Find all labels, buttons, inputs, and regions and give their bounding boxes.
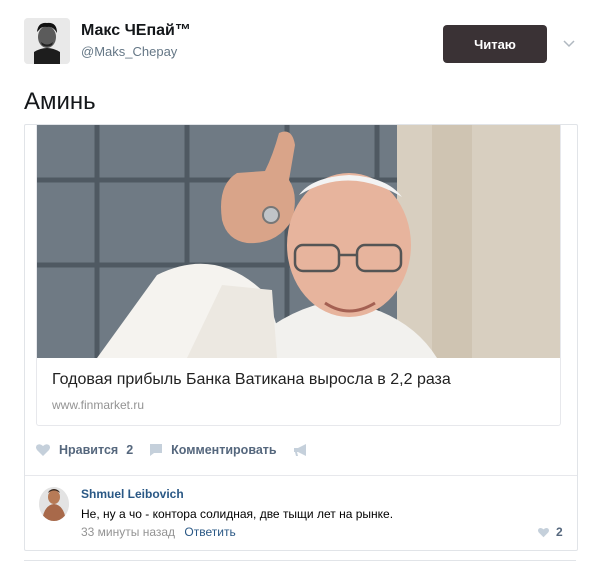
avatar[interactable] xyxy=(39,487,69,521)
comment-item: Shmuel Leibovich Не, ну а чо - контора с… xyxy=(39,487,569,543)
comment-icon xyxy=(150,444,163,456)
heart-icon xyxy=(538,527,549,537)
comment-label: Комментировать xyxy=(171,443,277,457)
heart-icon xyxy=(36,444,50,456)
comment-time[interactable]: 33 минуты назад xyxy=(81,525,175,539)
link-image[interactable] xyxy=(37,125,560,358)
comment-text: Не, ну а чо - контора солидная, две тыщи… xyxy=(81,507,394,521)
tweet-header: Макс ЧЕпай™ @Maks_Chepay Читаю xyxy=(24,16,580,70)
comment-like-count: 2 xyxy=(556,525,563,539)
megaphone-icon xyxy=(293,444,306,456)
link-card[interactable]: Годовая прибыль Банка Ватикана выросла в… xyxy=(36,125,561,426)
follow-button[interactable]: Читаю xyxy=(443,25,547,63)
like-button[interactable]: Нравится 2 xyxy=(35,443,133,457)
comment-meta: 33 минуты назад Ответить xyxy=(81,525,236,539)
comment-author[interactable]: Shmuel Leibovich xyxy=(81,487,184,501)
chevron-down-icon[interactable] xyxy=(562,36,576,50)
display-name[interactable]: Макс ЧЕпай™ xyxy=(81,22,191,40)
avatar[interactable] xyxy=(24,18,70,64)
like-count: 2 xyxy=(126,443,134,457)
divider xyxy=(25,475,577,476)
vk-post-embed: Годовая прибыль Банка Ватикана выросла в… xyxy=(24,124,578,551)
comment-like-button[interactable]: 2 xyxy=(537,525,563,539)
link-title[interactable]: Годовая прибыль Банка Ватикана выросла в… xyxy=(52,371,451,389)
post-actions: Нравится 2 Комментировать xyxy=(35,439,333,461)
link-domain[interactable]: www.finmarket.ru xyxy=(52,398,144,412)
like-label: Нравится xyxy=(59,443,119,457)
username[interactable]: @Maks_Chepay xyxy=(81,44,191,59)
share-button[interactable] xyxy=(293,443,317,457)
reply-link[interactable]: Ответить xyxy=(184,525,235,539)
user-name-block: Макс ЧЕпай™ @Maks_Chepay xyxy=(81,22,191,59)
comment-button[interactable]: Комментировать xyxy=(149,443,277,457)
tweet-text: Аминь xyxy=(24,88,96,115)
